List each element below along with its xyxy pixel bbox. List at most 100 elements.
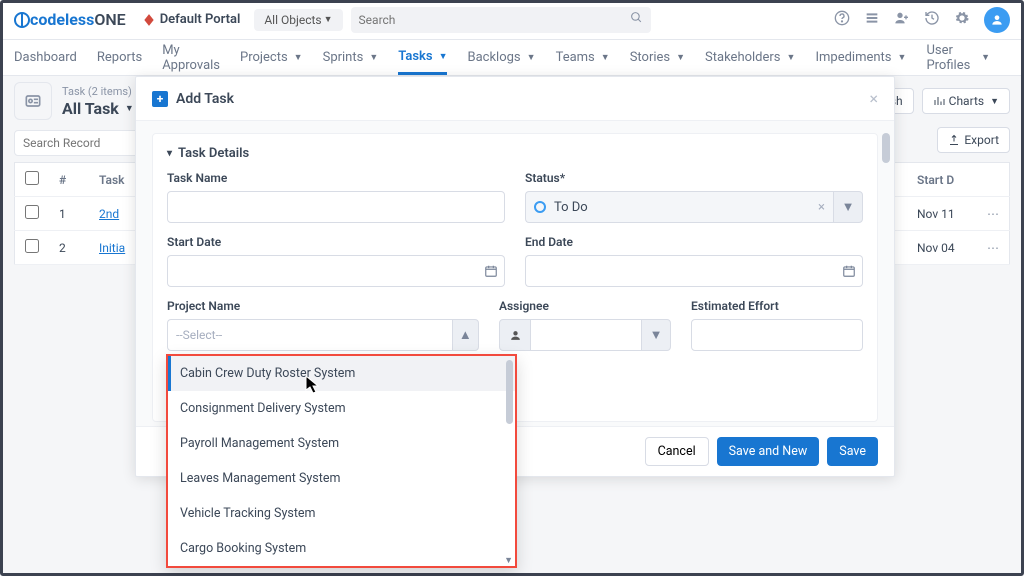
end-date-input[interactable] — [525, 255, 863, 287]
dropdown-option[interactable]: Vehicle Tracking System — [168, 496, 515, 531]
avatar[interactable] — [984, 7, 1010, 33]
page-title[interactable]: All Task ▼ — [62, 99, 134, 118]
global-search[interactable] — [351, 7, 651, 33]
tab-stakeholders[interactable]: Stakeholders ▼ — [705, 40, 795, 75]
row-checkbox[interactable] — [25, 239, 39, 253]
dropdown-option[interactable]: Leaves Management System — [168, 461, 515, 496]
tab-label: Reports — [97, 50, 142, 65]
cell-date: Nov 04 — [907, 231, 977, 265]
row-menu[interactable]: ⋯ — [977, 197, 1010, 231]
caret-down-icon: ▼ — [504, 555, 513, 566]
calendar-icon[interactable] — [477, 255, 505, 287]
calendar-icon[interactable] — [835, 255, 863, 287]
export-button[interactable]: Export — [937, 127, 1010, 153]
col-num: # — [49, 163, 89, 197]
scrollbar-thumb[interactable] — [506, 360, 513, 424]
logo-suffix: ONE — [94, 10, 125, 29]
nav-tabs: Dashboard Reports My Approvals Projects▼… — [0, 40, 1024, 76]
tab-label: Sprints — [323, 50, 364, 65]
start-date-input[interactable] — [167, 255, 505, 287]
clear-icon[interactable]: × — [818, 200, 825, 215]
caret-up-icon[interactable]: ▲ — [452, 319, 479, 351]
label-effort: Estimated Effort — [691, 299, 863, 313]
caret-down-icon[interactable]: ▼ — [833, 191, 863, 223]
modal-title: Add Task — [176, 91, 234, 107]
tab-projects[interactable]: Projects▼ — [240, 40, 303, 75]
assignee-select[interactable]: ▼ — [499, 319, 671, 351]
close-icon[interactable]: × — [869, 89, 878, 108]
status-select[interactable]: To Do × ▼ — [525, 191, 863, 223]
page-title-label: All Task — [62, 99, 119, 118]
page-icon — [14, 82, 52, 120]
search-icon — [630, 11, 643, 28]
history-icon[interactable] — [924, 10, 940, 30]
dropdown-option[interactable]: Cargo Booking System — [168, 531, 515, 566]
portal-label: Default Portal — [160, 12, 241, 27]
tab-dashboard[interactable]: Dashboard — [14, 40, 77, 75]
task-link[interactable]: Initia — [99, 241, 125, 255]
portal-selector[interactable]: Default Portal — [142, 12, 241, 27]
app-logo: codelessONE — [14, 10, 126, 29]
tab-label: Stakeholders — [705, 50, 780, 65]
status-ring-icon — [534, 201, 546, 213]
label-status: Status* — [525, 171, 863, 185]
col-date: Start D — [907, 163, 977, 197]
tab-backlogs[interactable]: Backlogs ▼ — [467, 40, 535, 75]
task-name-input[interactable] — [167, 191, 505, 223]
dropdown-option[interactable]: Payroll Management System — [168, 426, 515, 461]
tab-label: User Profiles — [926, 43, 975, 73]
tab-label: Stories — [630, 50, 670, 65]
plus-icon: + — [152, 91, 168, 107]
tab-tasks[interactable]: Tasks▼ — [398, 40, 447, 75]
row-checkbox[interactable] — [25, 205, 39, 219]
label-start-date: Start Date — [167, 235, 505, 249]
tab-label: Tasks — [398, 49, 432, 64]
section-title[interactable]: ▾Task Details — [167, 146, 863, 161]
dropdown-option[interactable]: Consignment Delivery System — [168, 391, 515, 426]
page-subtitle: Task (2 items) — [62, 85, 132, 98]
project-select[interactable]: --Select-- ▲ Cabin Crew Duty Roster Syst… — [167, 319, 479, 351]
stack-icon[interactable] — [864, 10, 880, 30]
select-all-checkbox[interactable] — [25, 171, 39, 185]
save-button[interactable]: Save — [827, 437, 878, 466]
tab-sprints[interactable]: Sprints▼ — [323, 40, 379, 75]
tab-label: Impediments — [815, 50, 891, 65]
caret-down-icon: ▼ — [787, 52, 796, 63]
caret-down-icon: ▼ — [527, 52, 536, 63]
dropdown-option[interactable]: Cabin Crew Duty Roster System — [168, 356, 515, 391]
tab-reports[interactable]: Reports — [97, 40, 142, 75]
add-task-modal: + Add Task × ▾Task Details Task Name Sta… — [135, 76, 895, 477]
tab-label: Projects — [240, 50, 288, 65]
tab-label: Backlogs — [467, 50, 520, 65]
row-menu[interactable]: ⋯ — [977, 231, 1010, 265]
caret-down-icon[interactable]: ▼ — [641, 319, 671, 351]
gear-icon[interactable] — [954, 10, 970, 30]
logo-brand: codeless — [30, 10, 94, 29]
btn-label: Charts — [949, 94, 984, 108]
tab-my-approvals[interactable]: My Approvals — [162, 40, 220, 75]
caret-down-icon: ▼ — [601, 52, 610, 63]
objects-label: All Objects — [264, 13, 321, 27]
objects-dropdown[interactable]: All Objects▼ — [254, 9, 342, 31]
tab-user-profiles[interactable]: User Profiles▼ — [926, 40, 990, 75]
globe-icon — [14, 12, 30, 28]
tab-stories[interactable]: Stories▼ — [630, 40, 685, 75]
cancel-button[interactable]: Cancel — [645, 437, 709, 466]
topbar-actions — [834, 7, 1010, 33]
cell-num: 1 — [49, 197, 89, 231]
user-add-icon[interactable] — [894, 10, 910, 30]
bars-icon — [933, 95, 945, 107]
task-link[interactable]: 2nd — [99, 207, 119, 221]
btn-label: Export — [964, 133, 999, 147]
tab-impediments[interactable]: Impediments▼ — [815, 40, 906, 75]
search-input[interactable] — [359, 13, 630, 27]
charts-button[interactable]: Charts ▼ — [922, 88, 1010, 114]
tab-teams[interactable]: Teams▼ — [556, 40, 610, 75]
scrollbar-thumb[interactable] — [882, 133, 890, 163]
save-and-new-button[interactable]: Save and New — [717, 437, 820, 466]
effort-input[interactable] — [691, 319, 863, 351]
top-bar: codelessONE Default Portal All Objects▼ — [0, 0, 1024, 40]
caret-down-icon: ▼ — [990, 96, 999, 107]
help-icon[interactable] — [834, 10, 850, 30]
label-project: Project Name — [167, 299, 479, 313]
